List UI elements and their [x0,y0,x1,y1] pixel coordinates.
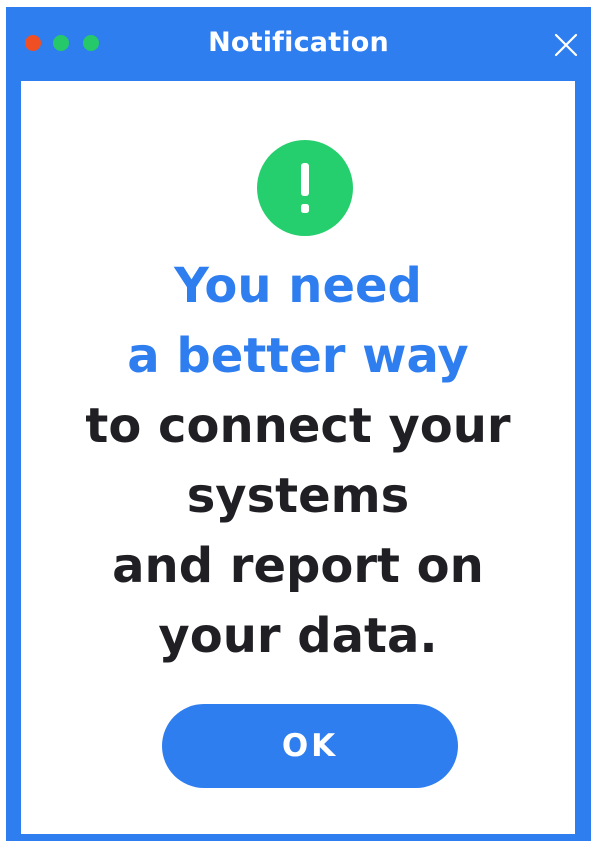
ok-button[interactable]: OK [162,704,458,788]
exclamation-icon [301,163,309,213]
message-line-1: You need [174,258,422,314]
dialog-content: You need a better way to connect your sy… [21,81,575,834]
message-line-6: your data. [158,608,438,664]
notification-message: You need a better way to connect your sy… [21,251,575,671]
message-line-2: a better way [127,328,469,384]
close-icon[interactable] [554,33,578,57]
window-title: Notification [208,27,389,58]
message-line-4: systems [186,468,410,524]
alert-badge [257,140,353,236]
message-line-3: to connect your [85,398,511,454]
message-line-5: and report on [112,538,484,594]
title-bar: Notification [6,7,591,81]
notification-window: Notification You need a better way to co… [6,7,591,841]
